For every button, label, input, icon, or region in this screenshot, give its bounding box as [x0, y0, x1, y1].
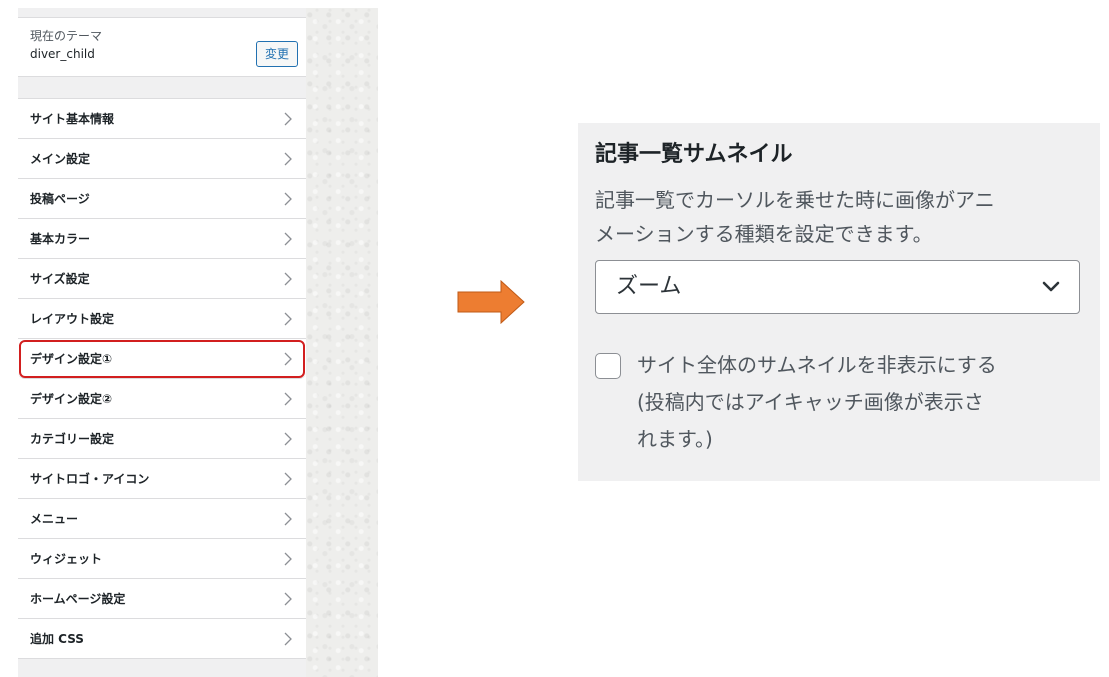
menu-item-label: サイト基本情報 — [30, 112, 115, 126]
setting-description: 記事一覧でカーソルを乗せた時に画像がアニ メーションする種類を設定できます。 — [595, 183, 1065, 251]
setting-description-line: 記事一覧でカーソルを乗せた時に画像がアニ — [595, 188, 995, 212]
right-arrow-icon — [457, 280, 525, 324]
chevron-right-icon — [284, 432, 292, 446]
chevron-right-icon — [284, 272, 292, 286]
chevron-right-icon — [284, 192, 292, 206]
menu-item-basic-colors[interactable]: 基本カラー — [18, 219, 306, 259]
menu-item-widgets[interactable]: ウィジェット — [18, 539, 306, 579]
change-theme-button[interactable]: 変更 — [256, 41, 298, 67]
menu-item-label: 投稿ページ — [30, 192, 90, 206]
menu-item-label: デザイン設定② — [30, 392, 113, 406]
menu-item-label: レイアウト設定 — [30, 312, 115, 326]
chevron-down-icon — [1042, 281, 1060, 292]
menu-item-size-settings[interactable]: サイズ設定 — [18, 259, 306, 299]
menu-item-label: サイズ設定 — [30, 272, 90, 286]
setting-title: 記事一覧サムネイル — [595, 142, 793, 167]
menu-item-site-logo-icon[interactable]: サイトロゴ・アイコン — [18, 459, 306, 499]
checkbox-label-line: (投稿内ではアイキャッチ画像が表示さ — [637, 390, 984, 414]
chevron-right-icon — [284, 472, 292, 486]
menu-item-label: メイン設定 — [30, 152, 91, 166]
chevron-right-icon — [284, 352, 292, 366]
menu-item-homepage-settings[interactable]: ホームページ設定 — [18, 579, 306, 619]
menu-item-label: ホームページ設定 — [30, 592, 126, 606]
preview-background — [306, 8, 378, 677]
menu-item-label: サイトロゴ・アイコン — [30, 472, 150, 486]
hide-thumbnails-label: サイト全体のサムネイルを非表示にする (投稿内ではアイキャッチ画像が表示さ れま… — [637, 347, 1077, 458]
chevron-right-icon — [284, 112, 292, 126]
chevron-right-icon — [284, 632, 292, 646]
chevron-right-icon — [284, 552, 292, 566]
menu-item-label: メニュー — [30, 512, 79, 526]
animation-type-select[interactable]: ズーム — [595, 260, 1080, 314]
menu-item-main-settings[interactable]: メイン設定 — [18, 139, 306, 179]
menu-item-design-settings-2[interactable]: デザイン設定② — [18, 379, 306, 419]
select-value: ズーム — [616, 274, 682, 299]
current-theme-caption: 現在のテーマ — [30, 29, 103, 43]
menu-item-site-info[interactable]: サイト基本情報 — [18, 99, 306, 139]
current-theme-name: diver_child — [30, 47, 95, 61]
menu-item-label: ウィジェット — [30, 552, 103, 566]
menu-item-menus[interactable]: メニュー — [18, 499, 306, 539]
customizer-panel: 現在のテーマ diver_child 変更 サイト基本情報 メイン設定 投稿ペー… — [18, 8, 306, 677]
menu-item-label: 追加 CSS — [30, 632, 84, 646]
thumbnail-setting-card: 記事一覧サムネイル 記事一覧でカーソルを乗せた時に画像がアニ メーションする種類… — [578, 123, 1100, 481]
menu-item-label: カテゴリー設定 — [30, 432, 115, 446]
checkbox-label-line: サイト全体のサムネイルを非表示にする — [637, 353, 997, 377]
customizer-menu: サイト基本情報 メイン設定 投稿ページ 基本カラー サイズ設定 レイアウト設定 — [18, 98, 306, 659]
screenshot-canvas: 現在のテーマ diver_child 変更 サイト基本情報 メイン設定 投稿ペー… — [0, 0, 1109, 677]
current-theme-section: 現在のテーマ diver_child 変更 — [18, 17, 306, 77]
menu-item-post-page[interactable]: 投稿ページ — [18, 179, 306, 219]
menu-item-label: デザイン設定① — [30, 352, 113, 366]
chevron-right-icon — [284, 232, 292, 246]
setting-description-line: メーションする種類を設定できます。 — [595, 222, 933, 246]
menu-item-label: 基本カラー — [30, 232, 91, 246]
chevron-right-icon — [284, 392, 292, 406]
checkbox-label-line: れます。) — [637, 427, 713, 451]
menu-item-design-settings-1[interactable]: デザイン設定① — [18, 339, 306, 379]
chevron-right-icon — [284, 312, 292, 326]
menu-item-category-settings[interactable]: カテゴリー設定 — [18, 419, 306, 459]
chevron-right-icon — [284, 152, 292, 166]
menu-item-additional-css[interactable]: 追加 CSS — [18, 619, 306, 659]
chevron-right-icon — [284, 592, 292, 606]
menu-item-layout-settings[interactable]: レイアウト設定 — [18, 299, 306, 339]
hide-thumbnails-checkbox[interactable] — [595, 353, 621, 379]
chevron-right-icon — [284, 512, 292, 526]
